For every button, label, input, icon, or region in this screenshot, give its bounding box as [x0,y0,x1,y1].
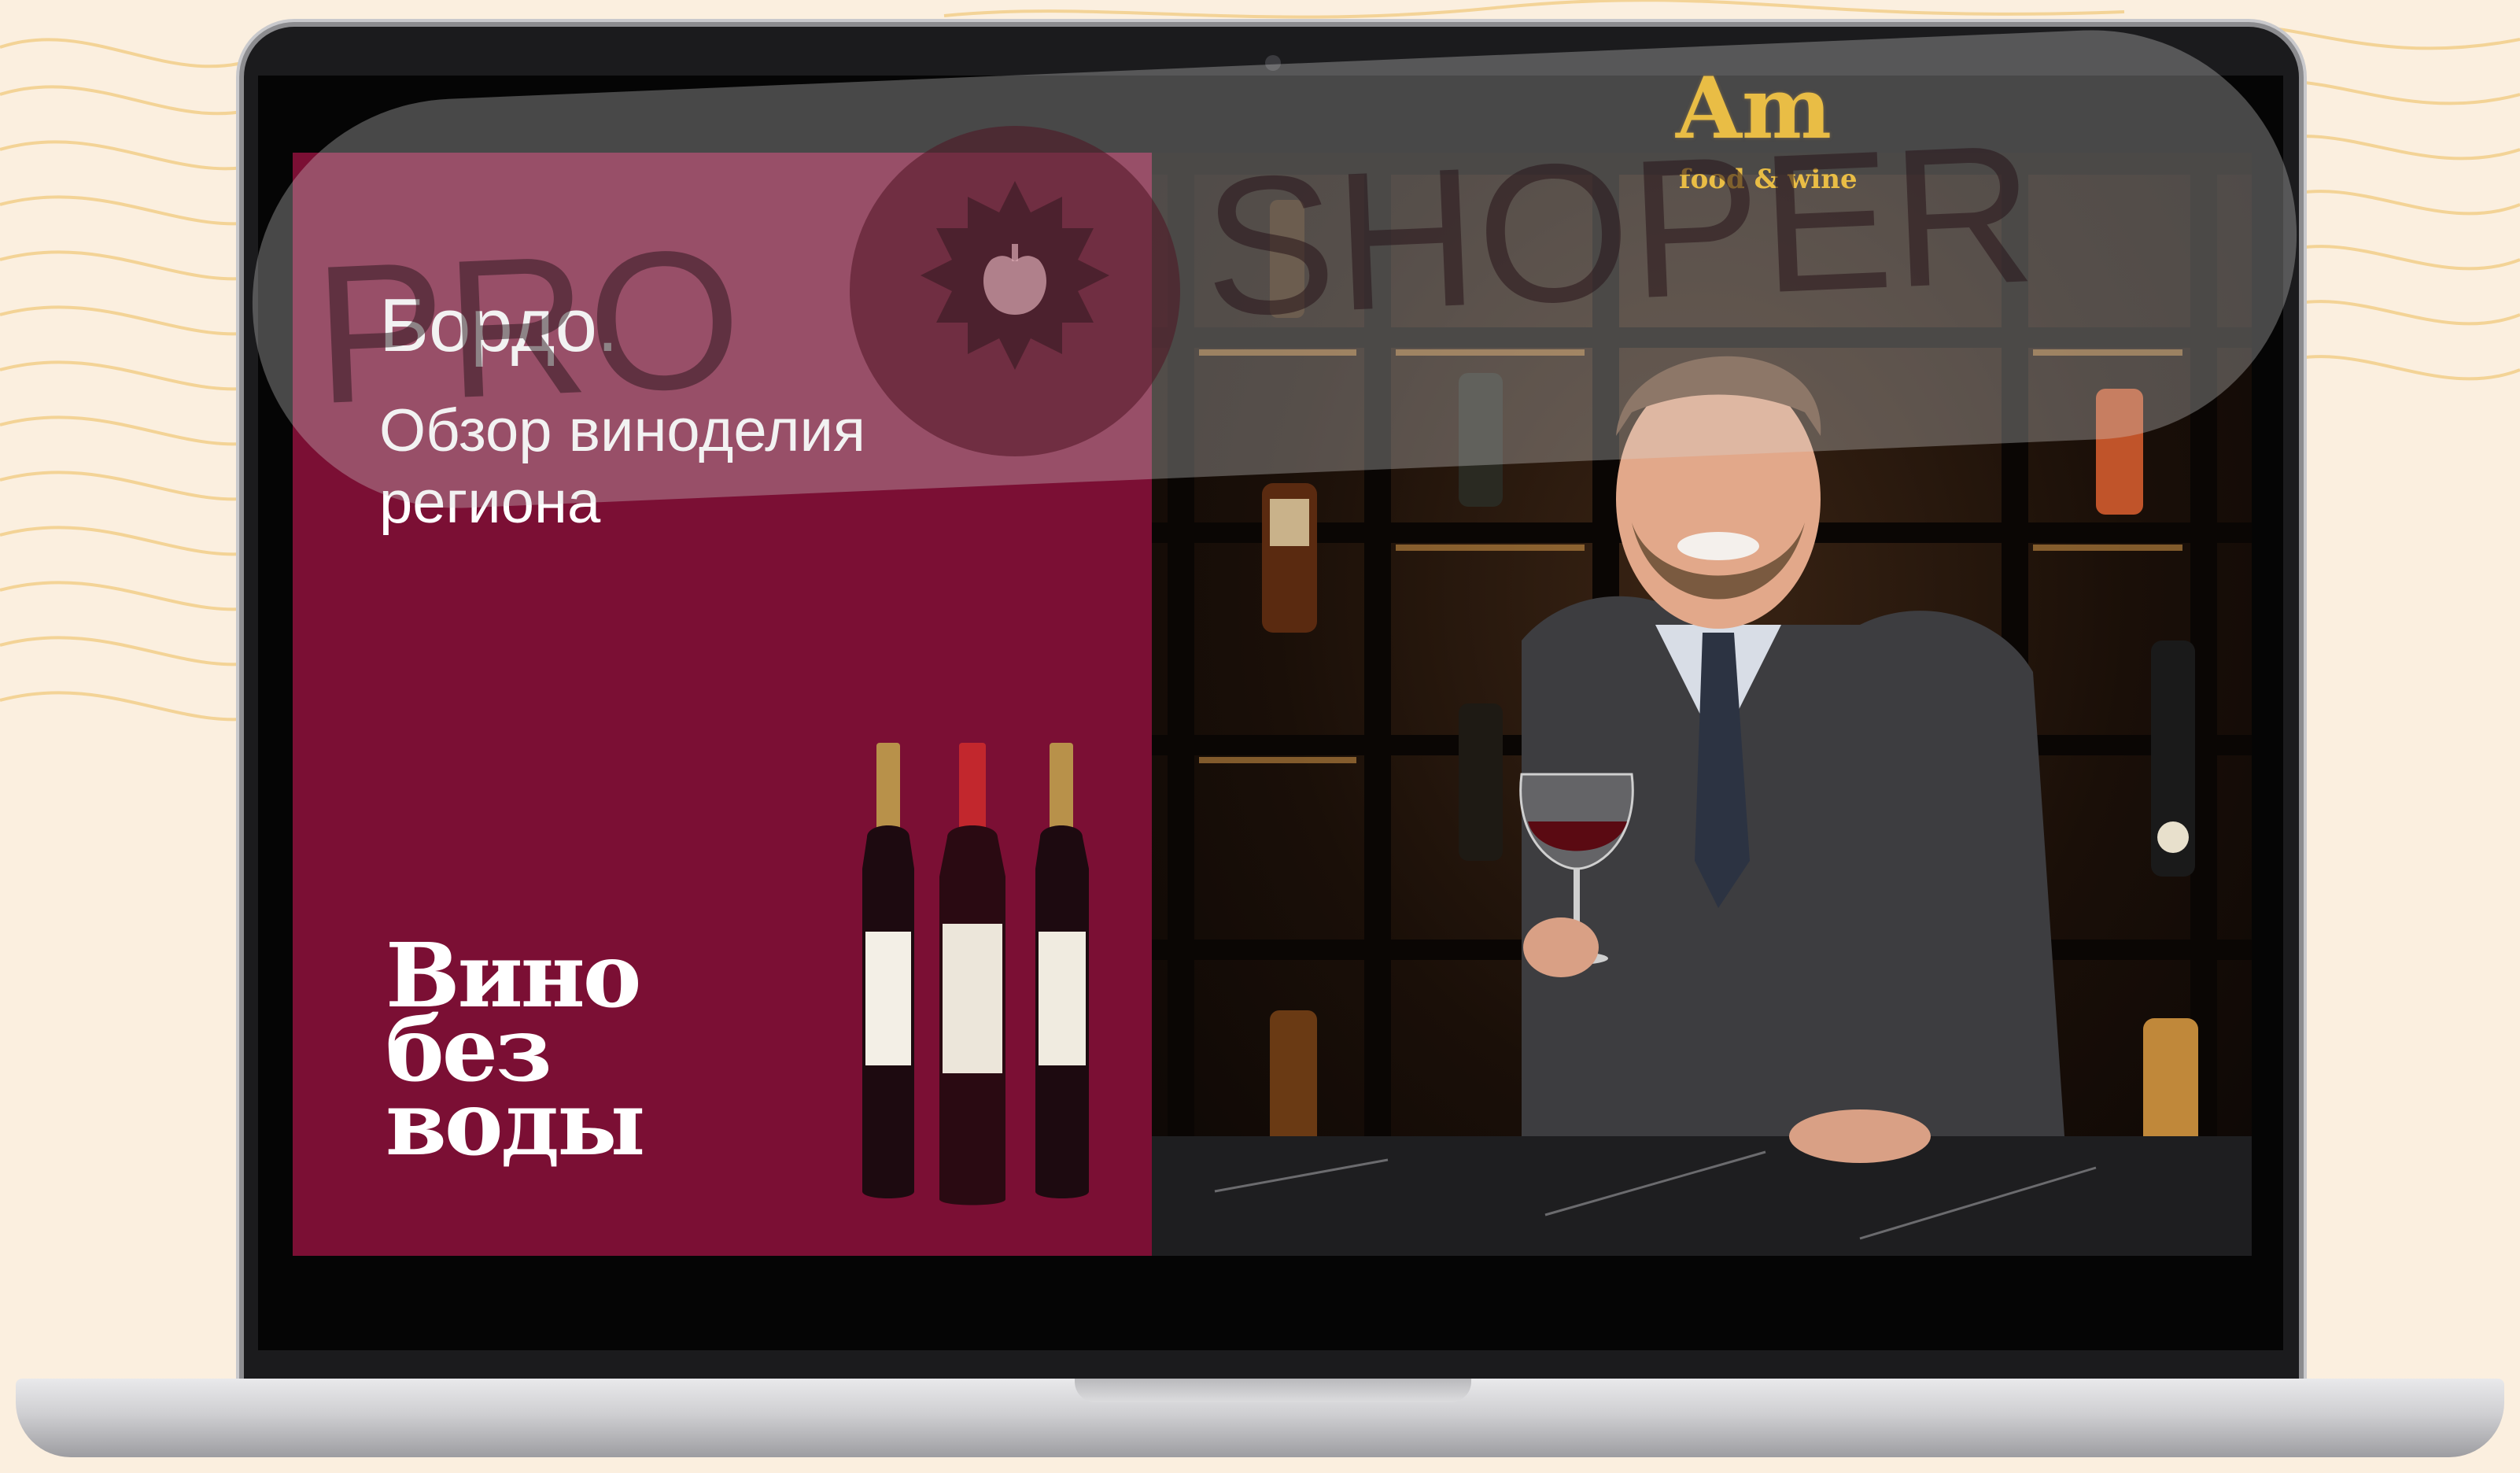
laptop-notch [1075,1379,1471,1402]
hedgehog-watermark-icon [850,126,1180,456]
bottle-mausse [939,743,1005,1205]
wine-bottles [862,743,1089,1205]
bottle-carcanieux [1035,743,1089,1198]
brand-wordmark: Вино без воды [386,932,645,1176]
bottle-carillon [862,743,914,1198]
watermark-pro: PRO [310,207,746,445]
brand-line-3: воды [386,1072,645,1176]
watermark-shoper: SHOPER [1199,103,2039,357]
